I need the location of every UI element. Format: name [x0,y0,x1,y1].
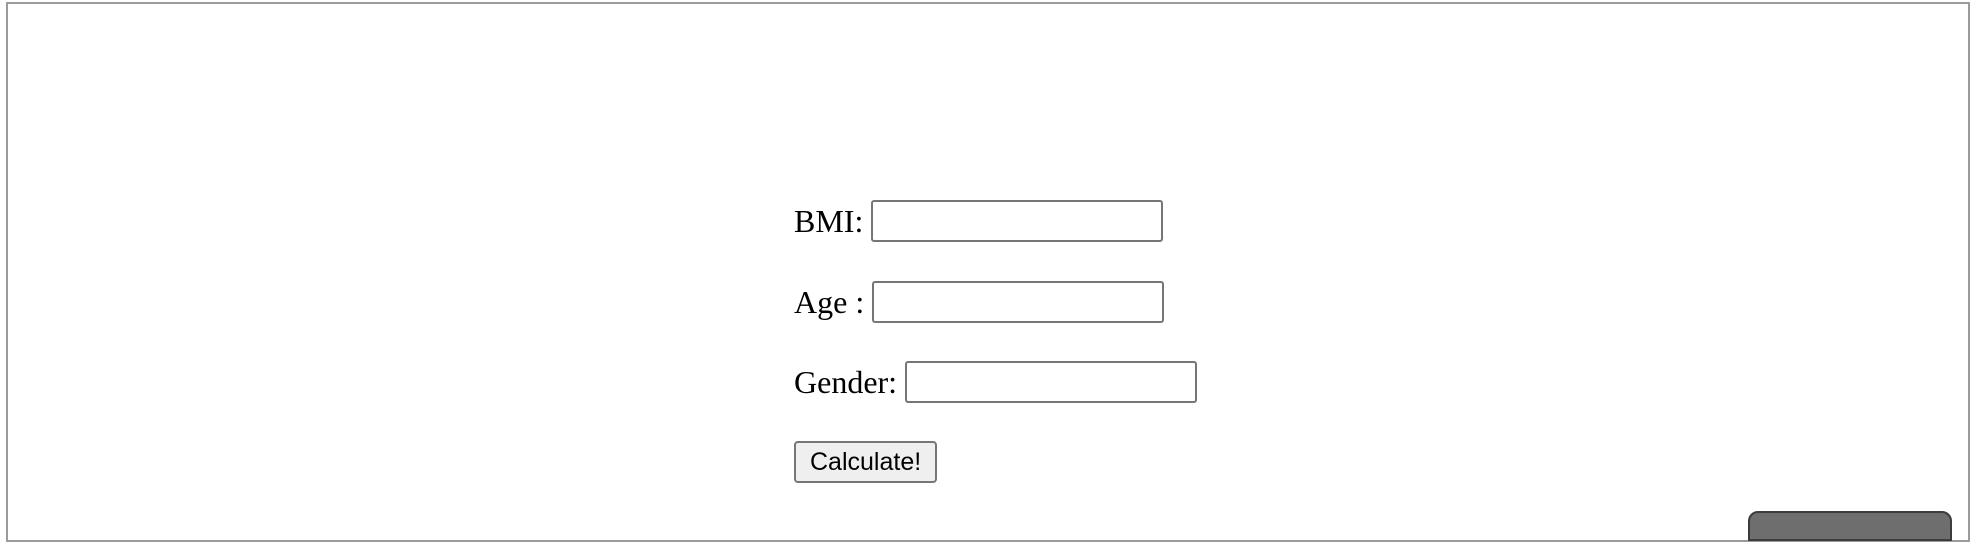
bmi-label: BMI: [794,203,864,239]
calculate-row: Calculate! [794,441,938,483]
gender-label: Gender: [794,364,898,400]
age-input[interactable] [872,281,1165,323]
corner-button[interactable] [1748,511,1952,541]
gender-input[interactable] [905,361,1198,403]
bmi-row: BMI: [794,200,1164,242]
age-row: Age : [794,281,1165,323]
bmi-input[interactable] [871,200,1164,242]
page-frame [6,2,1970,542]
calculate-button[interactable]: Calculate! [794,441,938,483]
gender-row: Gender: [794,361,1198,403]
age-label: Age : [794,284,865,320]
